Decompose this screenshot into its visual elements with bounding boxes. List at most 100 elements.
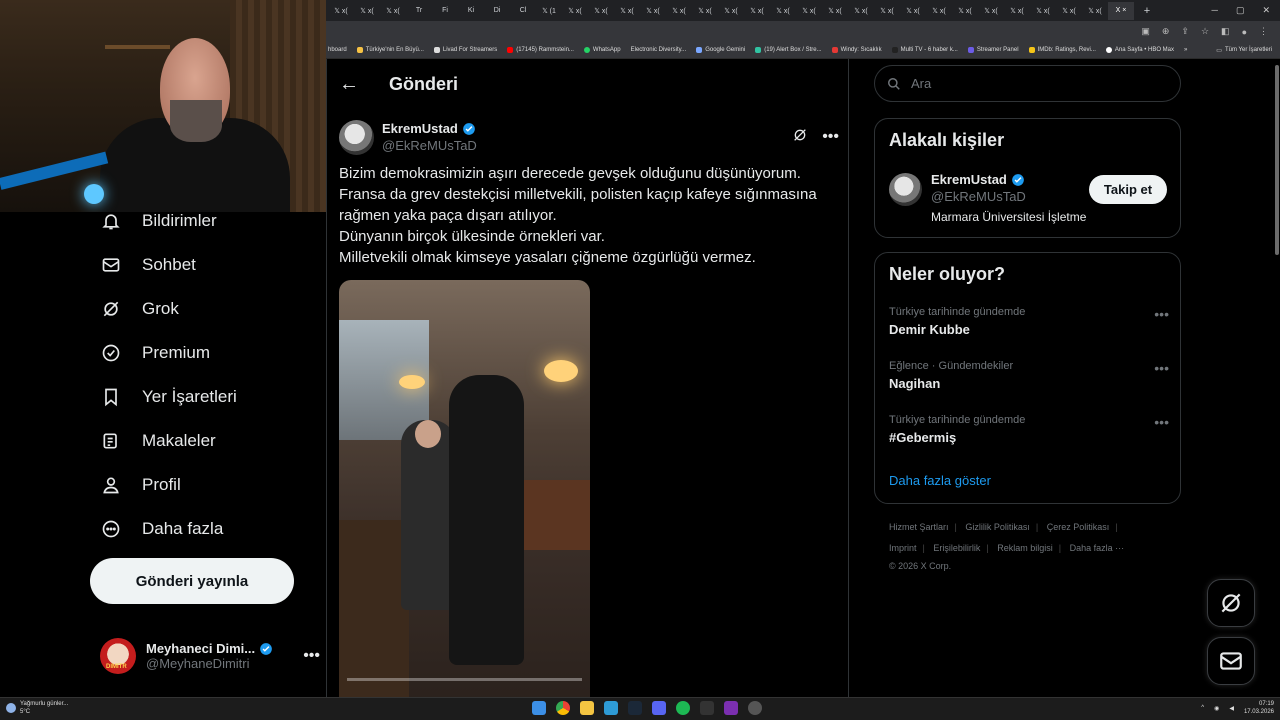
app-icon[interactable] — [604, 701, 618, 715]
bookmark-item[interactable]: Electronic Diversity... — [631, 47, 687, 53]
footer-link[interactable]: Imprint — [889, 543, 917, 553]
browser-tab[interactable]: Di — [484, 2, 510, 20]
more-icon[interactable]: ••• — [822, 128, 839, 146]
browser-tab[interactable]: 𝕏 x( — [1056, 2, 1082, 20]
start-icon[interactable] — [532, 701, 546, 715]
post-button[interactable]: Gönderi yayınla — [90, 558, 294, 604]
browser-tab[interactable]: Fi — [432, 2, 458, 20]
star-icon[interactable]: ☆ — [1201, 26, 1209, 37]
browser-tab[interactable]: 𝕏 x( — [692, 2, 718, 20]
bookmark-item[interactable]: WhatsApp — [583, 47, 621, 53]
discord-icon[interactable] — [652, 701, 666, 715]
bookmark-item[interactable]: Google Gemini — [696, 47, 745, 53]
zoom-icon[interactable]: ⊕ — [1162, 26, 1170, 37]
browser-tab[interactable]: 𝕏 x( — [822, 2, 848, 20]
all-bookmarks-folder[interactable]: ▭ Tüm Yer İşaretleri — [1216, 47, 1280, 54]
extensions-icon[interactable]: ◧ — [1221, 26, 1230, 37]
tweet-author-handle[interactable]: @EkReMUsTaD — [382, 138, 477, 153]
bookmark-item[interactable]: Ana Sayfa • HBO Max — [1105, 47, 1174, 53]
obs-icon[interactable] — [748, 701, 762, 715]
footer-link[interactable]: Daha fazla ··· — [1070, 543, 1125, 553]
bookmarks-overflow[interactable]: » — [1184, 47, 1187, 53]
network-icon[interactable]: ◉ — [1214, 705, 1219, 712]
show-more-link[interactable]: Daha fazla göster — [889, 473, 991, 488]
steam-icon[interactable] — [628, 701, 642, 715]
more-icon[interactable]: ••• — [1154, 306, 1169, 322]
bookmark-item[interactable]: Türkiye'nin En Büyü... — [356, 47, 424, 53]
install-app-icon[interactable]: ▣ — [1141, 26, 1150, 37]
nav-item-bookmarks[interactable]: Yer İşaretleri — [100, 382, 237, 412]
grok-fab-button[interactable] — [1207, 579, 1255, 627]
footer-link[interactable]: Erişilebilirlik — [933, 543, 980, 553]
footer-link[interactable]: Çerez Politikası — [1047, 522, 1110, 532]
bookmark-item[interactable]: (17145) Rammstein... — [507, 47, 574, 53]
spotify-icon[interactable] — [676, 701, 690, 715]
bookmark-item[interactable]: Livad For Streamers — [433, 47, 497, 53]
browser-tab[interactable]: 𝕏 x( — [1004, 2, 1030, 20]
share-icon[interactable]: ⇪ — [1181, 26, 1189, 37]
trend-item[interactable]: Türkiye tarihinde gündemde Demir Kubbe •… — [889, 306, 1169, 337]
close-icon[interactable]: ✕ — [1262, 5, 1270, 16]
grok-icon[interactable] — [792, 127, 808, 148]
browser-tab[interactable]: 𝕏 x( — [952, 2, 978, 20]
bookmark-item[interactable]: (19) Alert Box / Stre... — [755, 47, 822, 53]
tray-chevron-icon[interactable]: ^ — [1201, 705, 1204, 711]
volume-icon[interactable]: ◀ — [1229, 705, 1234, 712]
nav-item-notifications[interactable]: Bildirimler — [100, 206, 217, 236]
browser-tab[interactable]: 𝕏 x( — [744, 2, 770, 20]
profile-icon[interactable]: ● — [1242, 27, 1247, 37]
browser-tab[interactable]: 𝕏 x( — [380, 2, 406, 20]
clock[interactable]: 07:19 17.03.2026 — [1244, 700, 1274, 716]
browser-tab[interactable]: 𝕏 x( — [614, 2, 640, 20]
bookmark-item[interactable]: Windy: Sıcaklık — [831, 47, 882, 53]
weather-widget[interactable]: Yağmurlu günler... 5°C — [6, 700, 68, 716]
footer-link[interactable]: Gizlilik Politikası — [965, 522, 1030, 532]
browser-tab[interactable]: 𝕏 x( — [978, 2, 1004, 20]
browser-tab[interactable]: 𝕏 x( — [666, 2, 692, 20]
account-switcher[interactable]: DIMITR Meyhaneci Dimi... @MeyhaneDimitri… — [100, 636, 320, 676]
new-tab-button[interactable]: + — [1134, 2, 1160, 20]
avatar[interactable] — [339, 119, 374, 155]
scrollbar-thumb[interactable] — [1275, 65, 1279, 255]
browser-tab[interactable]: 𝕏 x( — [926, 2, 952, 20]
browser-tab[interactable]: 𝕏 x( — [562, 2, 588, 20]
trend-item[interactable]: Türkiye tarihinde gündemde #Gebermiş ••• — [889, 414, 1169, 445]
browser-tab[interactable]: 𝕏 x( — [588, 2, 614, 20]
footer-link[interactable]: Reklam bilgisi — [997, 543, 1053, 553]
browser-tab[interactable]: 𝕏 x( — [640, 2, 666, 20]
more-icon[interactable]: ••• — [1154, 414, 1169, 430]
browser-tab[interactable]: 𝕏 x( — [328, 2, 354, 20]
file-explorer-icon[interactable] — [580, 701, 594, 715]
chrome-icon[interactable] — [556, 701, 570, 715]
scrollbar[interactable] — [1274, 59, 1280, 697]
back-arrow-icon[interactable]: ← — [339, 73, 359, 96]
nav-item-chat[interactable]: Sohbet — [100, 250, 196, 280]
minimize-icon[interactable]: ─ — [1212, 5, 1218, 16]
nav-item-grok[interactable]: Grok — [100, 294, 179, 324]
browser-tab[interactable]: 𝕏 x( — [1030, 2, 1056, 20]
nav-item-more[interactable]: Daha fazla — [100, 514, 223, 544]
maximize-icon[interactable]: ▢ — [1236, 5, 1245, 16]
avatar[interactable] — [889, 173, 922, 206]
more-icon[interactable]: ••• — [303, 647, 320, 665]
browser-tab[interactable]: 𝕏 x( — [354, 2, 380, 20]
browser-tab[interactable]: 𝕏 x( — [718, 2, 744, 20]
more-icon[interactable]: ••• — [1154, 360, 1169, 376]
browser-tab[interactable]: 𝕏 x( — [900, 2, 926, 20]
browser-tab[interactable]: 𝕏 (1 — [536, 2, 562, 20]
browser-tab[interactable]: 𝕏 x( — [1082, 2, 1108, 20]
bookmark-item[interactable]: Multi TV - 6 haber k... — [891, 47, 958, 53]
nav-item-premium[interactable]: Premium — [100, 338, 210, 368]
bookmark-item[interactable]: IMDb: Ratings, Revi... — [1028, 47, 1096, 53]
browser-tab[interactable]: 𝕏 x( — [874, 2, 900, 20]
related-person-name[interactable]: EkremUstad — [931, 172, 1086, 187]
browser-tab[interactable]: 𝕏 x( — [770, 2, 796, 20]
epic-games-icon[interactable] — [700, 701, 714, 715]
browser-tab[interactable]: 𝕏 x( — [848, 2, 874, 20]
menu-icon[interactable]: ⋮ — [1259, 26, 1268, 37]
messages-fab-button[interactable] — [1207, 637, 1255, 685]
video-progress-bar[interactable] — [347, 678, 582, 681]
browser-tab[interactable]: Tr — [406, 2, 432, 20]
nav-item-profile[interactable]: Profil — [100, 470, 181, 500]
browser-tab-active[interactable]: X × — [1108, 1, 1134, 20]
